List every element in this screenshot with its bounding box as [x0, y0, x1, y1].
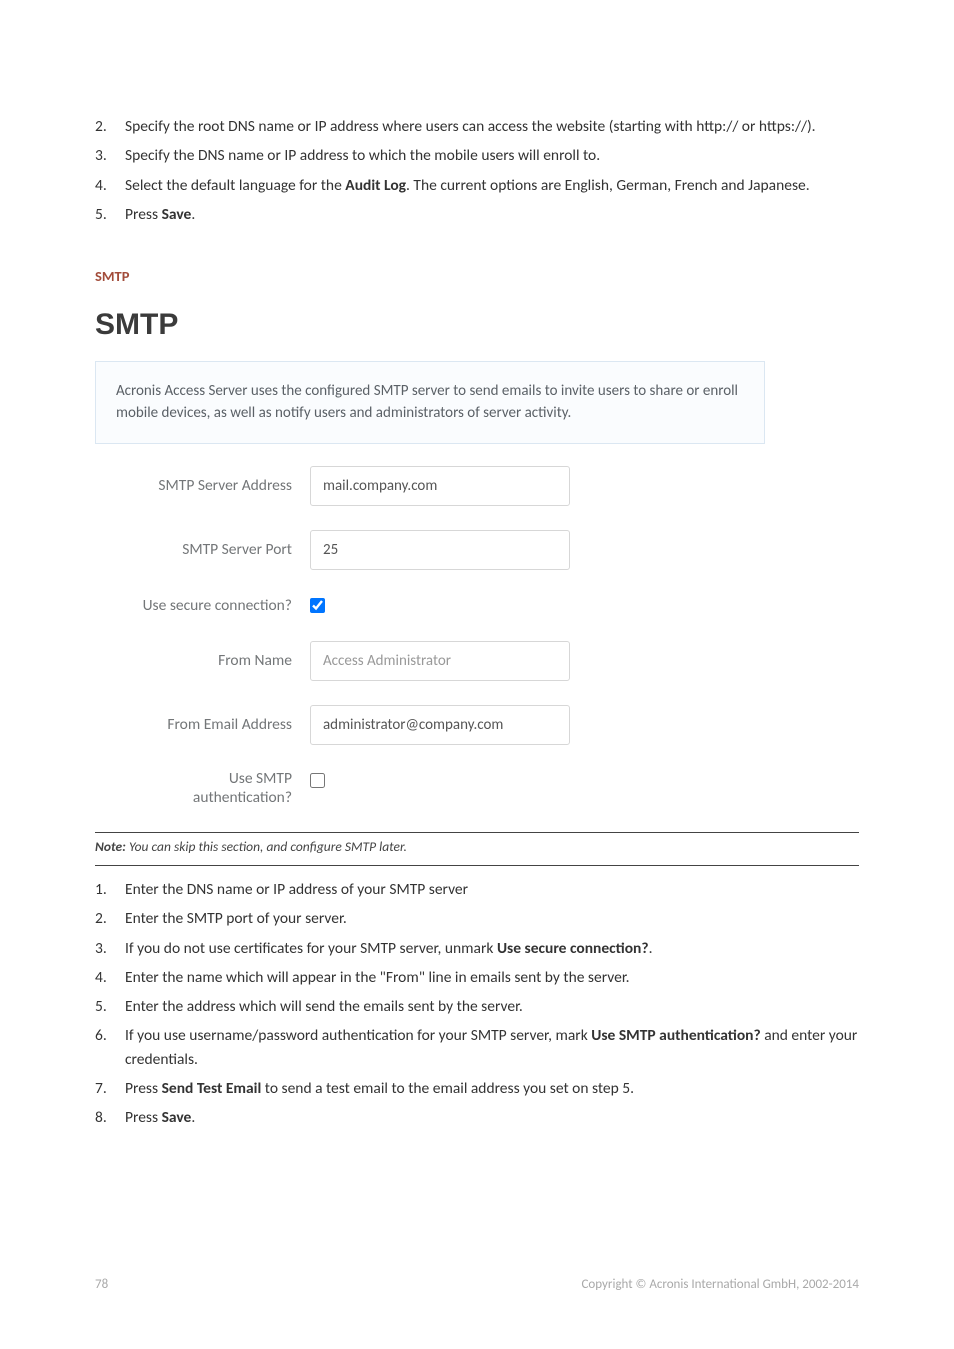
list-text: Specify the DNS name or IP address to wh… [125, 146, 600, 165]
list-text: If you do not use certificates for your … [125, 939, 497, 958]
row-from-email: From Email Address [95, 705, 765, 745]
list-bold: Audit Log [345, 176, 406, 195]
list-item: Press Save. [125, 203, 859, 226]
input-server-port[interactable] [310, 530, 570, 570]
list-text: Enter the name which will appear in the … [125, 968, 630, 987]
note-prefix: Note: [95, 838, 126, 855]
page-number: 78 [95, 1275, 108, 1295]
row-from-name: From Name [95, 641, 765, 681]
list-text: Press [125, 205, 162, 224]
list-text: Enter the address which will send the em… [125, 997, 523, 1016]
list-text: Select the default language for the [125, 176, 345, 195]
input-from-name[interactable] [310, 641, 570, 681]
list-text-after: . [191, 205, 195, 224]
label-from-email: From Email Address [95, 713, 310, 736]
label-smtp-auth-line2: authentication? [193, 788, 292, 807]
label-smtp-auth-line1: Use SMTP [229, 769, 292, 788]
list-text-after: . [649, 939, 653, 958]
note: Note: You can skip this section, and con… [95, 837, 859, 857]
input-server-address[interactable] [310, 466, 570, 506]
list-text: If you use username/password authenticat… [125, 1026, 591, 1045]
top-ordered-list: Specify the root DNS name or IP address … [95, 115, 859, 226]
row-smtp-auth: Use SMTP authentication? [95, 769, 765, 808]
row-server-address: SMTP Server Address [95, 466, 765, 506]
row-secure-connection: Use secure connection? [95, 594, 765, 617]
list-item: Press Save. [125, 1106, 859, 1129]
list-item: If you do not use certificates for your … [125, 937, 859, 960]
list-item: Enter the name which will appear in the … [125, 966, 859, 989]
list-text-after: to send a test email to the email addres… [261, 1079, 634, 1098]
bottom-ordered-list: Enter the DNS name or IP address of your… [95, 878, 859, 1129]
list-text-after: . The current options are English, Germa… [406, 176, 810, 195]
divider [95, 832, 859, 833]
list-item: Specify the root DNS name or IP address … [125, 115, 859, 138]
list-text: Press [125, 1079, 162, 1098]
list-item: Enter the SMTP port of your server. [125, 907, 859, 930]
smtp-subheading: SMTP [95, 266, 859, 288]
list-item: Enter the address which will send the em… [125, 995, 859, 1018]
list-item: Select the default language for the Audi… [125, 174, 859, 197]
list-text: Enter the DNS name or IP address of your… [125, 880, 468, 899]
smtp-info-box: Acronis Access Server uses the configure… [95, 361, 765, 444]
list-text: Specify the root DNS name or IP address … [125, 117, 816, 136]
label-secure-connection: Use secure connection? [95, 594, 310, 617]
list-item: If you use username/password authenticat… [125, 1024, 859, 1071]
copyright-text: Copyright © Acronis International GmbH, … [581, 1275, 859, 1295]
list-bold: Use secure connection? [497, 939, 649, 958]
note-text: You can skip this section, and configure… [126, 838, 407, 855]
list-bold: Save [162, 205, 192, 224]
list-item: Specify the DNS name or IP address to wh… [125, 144, 859, 167]
label-from-name: From Name [95, 649, 310, 672]
smtp-heading: SMTP [95, 302, 859, 347]
list-bold: Use SMTP authentication? [591, 1026, 760, 1045]
label-smtp-auth: Use SMTP authentication? [95, 769, 310, 808]
checkbox-secure-connection[interactable] [310, 598, 325, 613]
row-server-port: SMTP Server Port [95, 530, 765, 570]
list-item: Enter the DNS name or IP address of your… [125, 878, 859, 901]
list-text-after: . [191, 1108, 195, 1127]
input-from-email[interactable] [310, 705, 570, 745]
list-text: Enter the SMTP port of your server. [125, 909, 347, 928]
label-server-address: SMTP Server Address [95, 474, 310, 497]
list-bold: Save [162, 1108, 192, 1127]
smtp-form: SMTP Server Address SMTP Server Port Use… [95, 466, 765, 808]
label-server-port: SMTP Server Port [95, 538, 310, 561]
list-text: Press [125, 1108, 162, 1127]
page-footer: 78 Copyright © Acronis International Gmb… [95, 1275, 859, 1295]
list-bold: Send Test Email [162, 1079, 262, 1098]
list-item: Press Send Test Email to send a test ema… [125, 1077, 859, 1100]
checkbox-smtp-auth[interactable] [310, 773, 325, 788]
divider [95, 865, 859, 866]
